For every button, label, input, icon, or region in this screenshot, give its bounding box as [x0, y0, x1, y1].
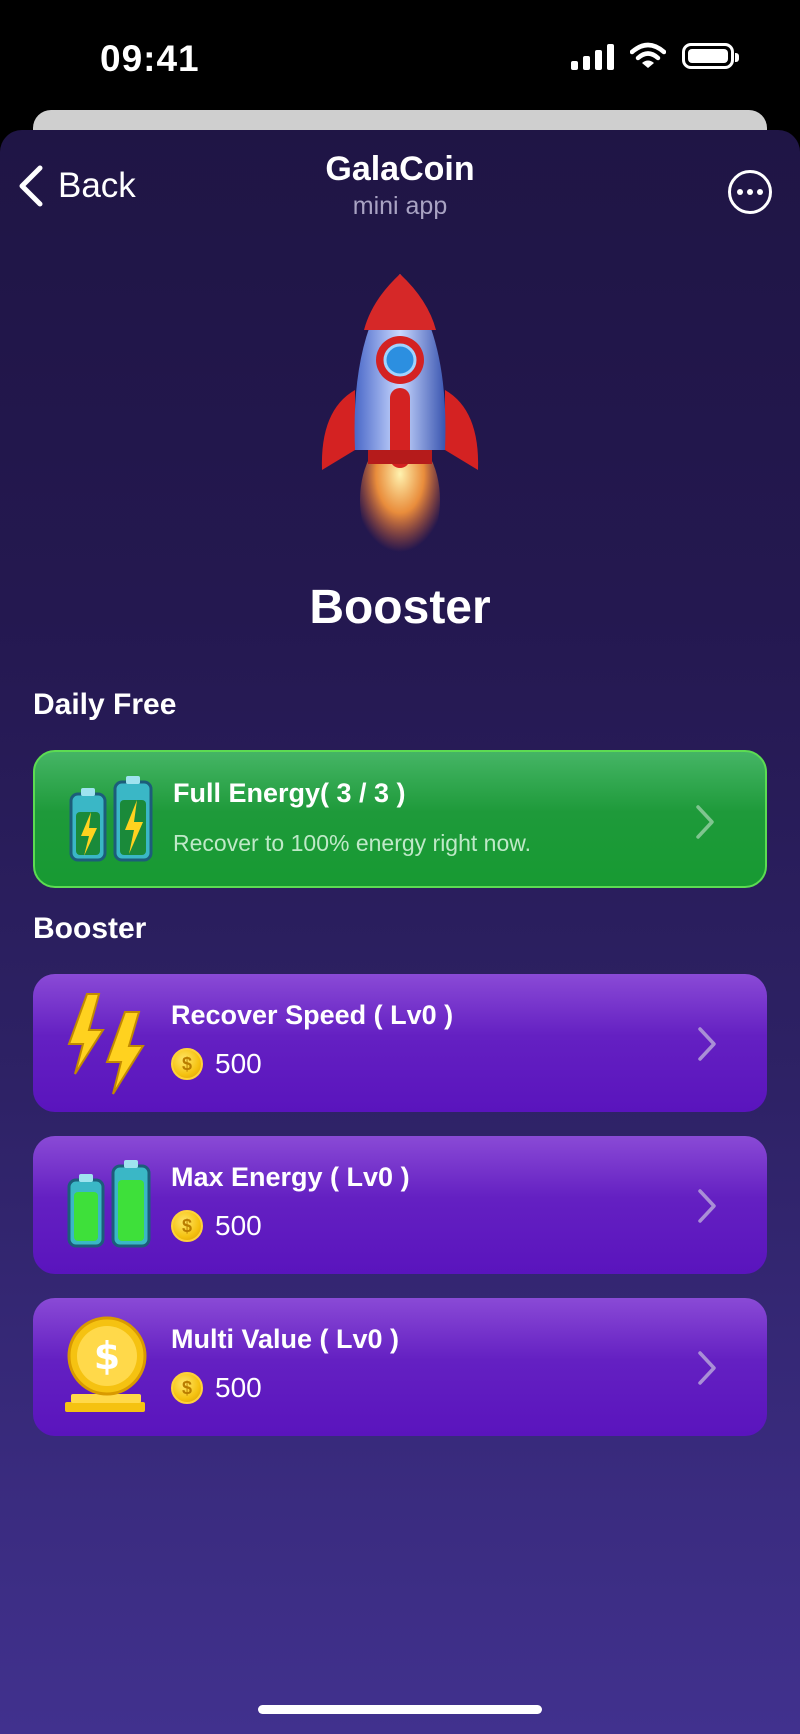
dot — [747, 189, 753, 195]
full-energy-card[interactable]: Full Energy( 3 / 3 ) Recover to 100% ene… — [33, 750, 767, 888]
status-time: 09:41 — [100, 38, 200, 79]
card-title: Max Energy ( Lv0 ) — [171, 1162, 410, 1192]
price: $ 500 — [171, 1372, 262, 1404]
price-value: 500 — [215, 1372, 262, 1403]
green-batteries-icon — [67, 1160, 151, 1248]
battery-icon — [682, 43, 739, 69]
chevron-right-icon — [698, 1351, 716, 1385]
chevron-right-icon — [696, 805, 714, 839]
price: $ 500 — [171, 1210, 262, 1242]
coin-icon: $ — [171, 1210, 203, 1242]
mini-app-panel: Back GalaCoin mini app Booster Daily Fre… — [0, 130, 800, 1734]
chevron-right-icon — [698, 1189, 716, 1223]
batteries-icon — [69, 776, 153, 862]
home-indicator[interactable] — [258, 1705, 542, 1714]
nav-header: Back GalaCoin mini app — [0, 130, 800, 240]
price-value: 500 — [215, 1210, 262, 1241]
lightning-icon — [67, 993, 145, 1095]
svg-text:$: $ — [94, 1334, 120, 1378]
app-subtitle: mini app — [352, 192, 448, 220]
rocket-icon — [321, 274, 479, 565]
card-title: Multi Value ( Lv0 ) — [171, 1324, 400, 1354]
status-bar: 09:41 — [0, 0, 800, 118]
section-title-daily-free: Daily Free — [33, 688, 177, 721]
card-title: Full Energy( 3 / 3 ) — [173, 778, 406, 808]
max-energy-card[interactable]: Max Energy ( Lv0 ) $ 500 — [33, 1136, 767, 1274]
gold-coin-icon: $ — [65, 1316, 147, 1412]
section-title-booster: Booster — [33, 912, 147, 945]
multi-value-card[interactable]: $ Multi Value ( Lv0 ) $ 500 — [33, 1298, 767, 1436]
wifi-icon — [630, 42, 666, 68]
more-options-button[interactable] — [728, 170, 772, 214]
page-title: Booster — [309, 581, 491, 634]
price: $ 500 — [171, 1048, 262, 1080]
app-title: GalaCoin — [325, 150, 475, 188]
status-icons — [571, 42, 739, 70]
card-title: Recover Speed ( Lv0 ) — [171, 1000, 454, 1030]
cellular-signal-icon — [571, 42, 614, 70]
price-value: 500 — [215, 1048, 262, 1079]
dot — [757, 189, 763, 195]
coin-icon: $ — [171, 1048, 203, 1080]
chevron-right-icon — [698, 1027, 716, 1061]
recover-speed-card[interactable]: Recover Speed ( Lv0 ) $ 500 — [33, 974, 767, 1112]
coin-icon: $ — [171, 1372, 203, 1404]
dot — [737, 189, 743, 195]
card-description: Recover to 100% energy right now. — [173, 830, 531, 856]
